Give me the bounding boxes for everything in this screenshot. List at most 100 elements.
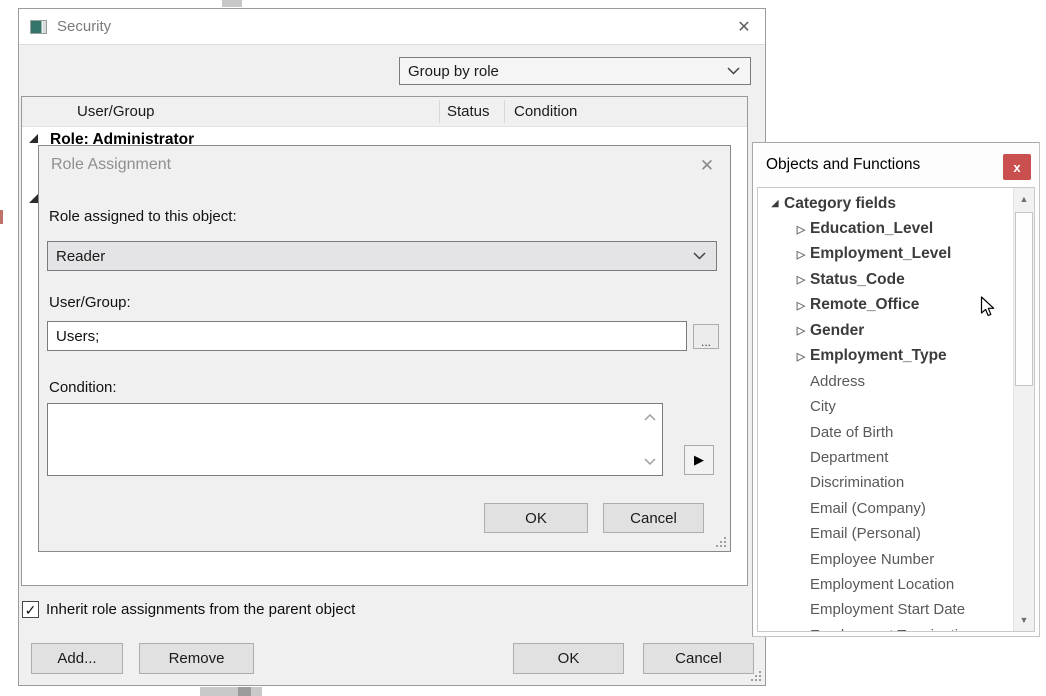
tree-item-label: Employment_Level — [810, 245, 951, 263]
column-separator — [504, 100, 505, 123]
tree-item-label: Address — [810, 373, 865, 390]
security-app-icon — [30, 20, 47, 34]
security-dialog-title: Security — [57, 18, 111, 35]
role-assigned-label: Role assigned to this object: — [49, 208, 237, 225]
tree-item[interactable]: ▷Employment_Type — [758, 343, 1013, 368]
tree-item[interactable]: ▷Employment_Level — [758, 242, 1013, 267]
tree-item-label: Discrimination — [810, 474, 904, 491]
tree-item-label: Email (Personal) — [810, 525, 921, 542]
tree-item[interactable]: Employee Number — [758, 546, 1013, 571]
tree-item[interactable]: ▷Remote_Office — [758, 293, 1013, 318]
background-fragment — [200, 687, 262, 696]
tree-item[interactable]: ▷Gender — [758, 318, 1013, 343]
role-select-value: Reader — [56, 248, 105, 265]
tree-item[interactable]: Address — [758, 369, 1013, 394]
role-assignment-title: Role Assignment — [51, 156, 171, 174]
user-group-input[interactable] — [47, 321, 687, 351]
tree-item-label: Employee Number — [810, 551, 934, 568]
tree-item-label: Gender — [810, 322, 864, 340]
close-icon: ✕ — [700, 156, 714, 176]
close-icon: x — [1013, 160, 1020, 175]
inherit-checkbox[interactable]: ✓ — [22, 601, 39, 618]
expand-icon[interactable] — [29, 194, 38, 203]
scrollbar-thumb[interactable] — [1015, 212, 1033, 386]
tree-item[interactable]: ▷Education_Level — [758, 216, 1013, 241]
condition-label: Condition: — [49, 379, 117, 396]
chevron-down-icon — [727, 67, 740, 75]
security-ok-button[interactable]: OK — [513, 643, 624, 674]
objects-and-functions-panel: Objects and Functions x ◢Category fields… — [752, 142, 1040, 637]
tree-item[interactable]: ▷Status_Code — [758, 267, 1013, 292]
play-icon: ▶ — [694, 452, 704, 468]
tree-item[interactable]: Discrimination — [758, 470, 1013, 495]
tree-item[interactable]: Employment Start Date — [758, 597, 1013, 622]
collapse-icon[interactable]: ▷ — [792, 223, 810, 236]
scroll-down-icon[interactable] — [644, 458, 656, 465]
tree-item[interactable]: Email (Company) — [758, 496, 1013, 521]
check-icon: ✓ — [25, 603, 37, 617]
chevron-down-icon — [693, 252, 706, 260]
tree-item[interactable]: Date of Birth — [758, 420, 1013, 445]
tree-item-label: Education_Level — [810, 220, 933, 238]
tree-item-label: Department — [810, 449, 888, 466]
tree-item-label: Date of Birth — [810, 424, 893, 441]
collapse-icon[interactable]: ▷ — [792, 350, 810, 363]
tree-item[interactable]: Employment Termination — [758, 623, 1013, 632]
role-assignment-cancel-button[interactable]: Cancel — [603, 503, 704, 533]
tree-item[interactable]: Employment Location — [758, 572, 1013, 597]
condition-field — [47, 403, 663, 476]
tree-item[interactable]: ◢Category fields — [758, 191, 1013, 216]
add-button[interactable]: Add... — [31, 643, 123, 674]
expand-icon[interactable] — [29, 134, 38, 143]
collapse-icon[interactable]: ▷ — [792, 299, 810, 312]
tree-item-label: City — [810, 398, 836, 415]
security-cancel-button[interactable]: Cancel — [643, 643, 754, 674]
user-group-label: User/Group: — [49, 294, 131, 311]
tree-item-label: Status_Code — [810, 271, 905, 289]
column-header-condition[interactable]: Condition — [514, 103, 577, 120]
browse-button[interactable]: ... — [693, 324, 719, 349]
tree-scrollbar[interactable]: ▲ ▼ — [1013, 188, 1034, 631]
scrollbar-down-button[interactable]: ▼ — [1014, 609, 1034, 631]
tree-item-label: Employment Location — [810, 576, 954, 593]
tree-item[interactable]: City — [758, 394, 1013, 419]
objects-panel-close-button[interactable]: x — [1003, 154, 1031, 180]
security-titlebar[interactable]: Security ✕ — [19, 9, 765, 45]
objects-panel-title: Objects and Functions — [766, 156, 920, 174]
column-header-usergroup[interactable]: User/Group — [77, 103, 155, 120]
background-fragment — [0, 210, 3, 224]
group-by-value: Group by role — [408, 63, 499, 80]
resize-grip-icon[interactable] — [750, 670, 762, 682]
column-header-status[interactable]: Status — [447, 103, 490, 120]
table-header: User/Group Status Condition — [22, 97, 747, 127]
scrollbar-up-button[interactable]: ▲ — [1014, 188, 1034, 210]
collapse-icon[interactable]: ▷ — [792, 273, 810, 286]
background-fragment — [222, 0, 242, 7]
tree-item-label: Remote_Office — [810, 296, 919, 314]
resize-grip-icon[interactable] — [715, 536, 727, 548]
objects-tree: ◢Category fields▷Education_Level▷Employm… — [757, 187, 1035, 632]
role-assignment-titlebar[interactable]: Role Assignment ✕ — [39, 146, 730, 186]
tree-item-label: Category fields — [784, 195, 896, 213]
expanded-icon[interactable]: ◢ — [766, 198, 784, 209]
tree-item[interactable]: Department — [758, 445, 1013, 470]
collapse-icon[interactable]: ▷ — [792, 324, 810, 337]
tree-item[interactable]: Email (Personal) — [758, 521, 1013, 546]
tree-item-label: Employment Start Date — [810, 601, 965, 618]
role-assignment-close-button[interactable]: ✕ — [690, 150, 724, 182]
remove-button[interactable]: Remove — [139, 643, 254, 674]
role-select[interactable]: Reader — [47, 241, 717, 271]
close-icon: ✕ — [737, 17, 750, 37]
role-assignment-dialog: Role Assignment ✕ Role assigned to this … — [38, 145, 731, 552]
group-by-select[interactable]: Group by role — [399, 57, 751, 85]
tree-item-label: Employment_Type — [810, 347, 947, 365]
tree-item-label: Employment Termination — [810, 627, 975, 632]
role-assignment-ok-button[interactable]: OK — [484, 503, 588, 533]
scroll-up-icon[interactable] — [644, 414, 656, 421]
expand-condition-button[interactable]: ▶ — [684, 445, 714, 475]
security-close-button[interactable]: ✕ — [723, 9, 765, 44]
inherit-checkbox-label: Inherit role assignments from the parent… — [46, 601, 355, 618]
collapse-icon[interactable]: ▷ — [792, 248, 810, 261]
column-separator — [439, 100, 440, 123]
condition-textarea[interactable] — [48, 404, 662, 475]
